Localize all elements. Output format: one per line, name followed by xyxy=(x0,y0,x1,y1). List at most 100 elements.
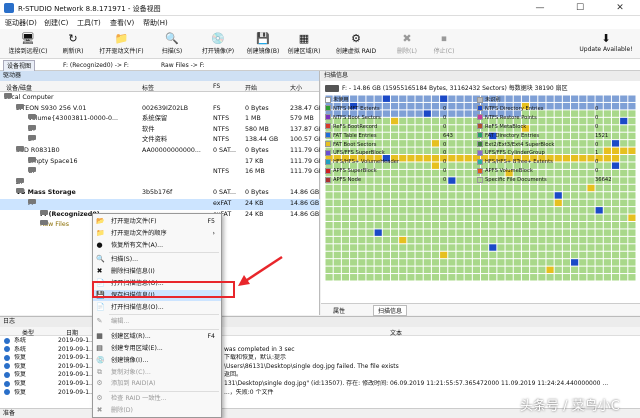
map-block xyxy=(325,192,333,199)
drive-row[interactable]: Empty Space16 17 KB 111.79 GB xyxy=(0,156,320,168)
map-block xyxy=(448,184,456,192)
drive-name-cell: LITEON S930 256 V.01 xyxy=(16,103,138,115)
map-block xyxy=(562,199,571,207)
drive-row[interactable]: C: NTFS 16 MB 111.79 GB xyxy=(0,167,320,178)
menu-view[interactable]: 查看(V) xyxy=(110,18,134,28)
col-date[interactable]: 日期 xyxy=(66,328,78,337)
toolbar-label: 创建镜像(B) xyxy=(246,48,280,55)
drive-row[interactable]: Volume{43003811-0000-0... 系统保留 NTFS 1 MB 579… xyxy=(0,114,320,125)
toolbar-button-scan[interactable]: 🔍 扫描(S) xyxy=(152,31,192,57)
col-size[interactable]: 大小 xyxy=(290,83,302,92)
toolbar-button-open-image[interactable]: 💿 打开镜像(P) xyxy=(196,31,240,57)
map-block xyxy=(554,192,562,199)
toolbar-button-monitor[interactable]: 🖥 连接到远程(C) xyxy=(2,31,54,57)
col-label[interactable]: 标签 xyxy=(142,83,154,92)
map-block xyxy=(350,251,358,259)
map-block xyxy=(399,192,407,199)
context-menu-item[interactable]: ▤ 创建专用区域(E)... xyxy=(93,343,221,354)
drive-row[interactable]: Local Computer xyxy=(0,93,320,104)
drive-row[interactable]: E: 文件资料 NTFS 138.44 GB 100.57 GB xyxy=(0,135,320,146)
context-menu-item[interactable]: ⧉ 复制对象(C)... xyxy=(93,367,221,378)
toolbar-button-raid[interactable]: ⚙ 创建虚拟 RAID xyxy=(326,31,386,57)
toolbar-button-create-image[interactable]: 💾 创建镜像(B) xyxy=(244,31,282,57)
menu-item-label: 扫描(S)... xyxy=(111,256,139,264)
col-fs[interactable]: FS xyxy=(213,83,220,90)
context-menu-item[interactable]: 💿 创建镜像(I)... xyxy=(93,355,221,366)
map-block xyxy=(448,199,456,207)
map-block xyxy=(489,221,497,229)
drive-row[interactable]: VS Mass Storage 3b5b176f 0 SAT... 0 Bytes 14… xyxy=(0,188,320,199)
map-block xyxy=(603,266,611,274)
map-block xyxy=(489,244,497,251)
context-menu-item[interactable]: 🔍 扫描(S)... xyxy=(93,254,221,265)
map-block xyxy=(456,259,464,266)
map-block xyxy=(366,214,374,221)
map-block xyxy=(472,236,480,244)
minimize-button[interactable]: — xyxy=(520,0,560,16)
map-block xyxy=(620,274,628,281)
log-info-icon xyxy=(4,354,10,363)
toolbar-button-delete[interactable]: ✖ 删除(L) xyxy=(390,31,424,57)
menu-tools[interactable]: 工具(T) xyxy=(77,18,101,28)
map-block xyxy=(546,214,554,221)
drive-row[interactable]: SSD R0831B0 AA00000000000... 0 SAT... 0 Byt… xyxy=(0,146,320,157)
add-raid-icon: ⚙ xyxy=(96,379,103,388)
menu-item-label: 打开驱动文件的顺序 xyxy=(111,229,167,237)
legend-label: HFS/HFS+ VolumeHeader xyxy=(333,159,400,166)
map-block xyxy=(603,192,611,199)
drive-row[interactable]: D: 软件 NTFS 580 MB 137.87 GB xyxy=(0,124,320,136)
tab-device-view[interactable]: 设备视图 xyxy=(3,60,36,71)
drive-name: Volume{43003811-0000-0... xyxy=(28,115,119,123)
map-block xyxy=(456,274,464,281)
drive-start: 16 MB xyxy=(245,168,265,176)
col-start[interactable]: 开始 xyxy=(245,83,257,92)
map-block xyxy=(620,221,628,229)
legend-item: UFS/FFS SuperBlock 0 xyxy=(325,149,475,158)
tab-recognized[interactable]: F: (Recognized0) -> F: xyxy=(60,60,132,71)
legend-swatch xyxy=(477,176,483,183)
map-block xyxy=(341,266,350,274)
context-menu-item[interactable]: 📄 打开扫描信息(O)... xyxy=(93,302,221,313)
map-block xyxy=(431,184,440,192)
folder-icon: 📁 xyxy=(114,32,129,45)
map-block xyxy=(505,221,513,229)
drive-row[interactable]: Z: xyxy=(0,177,320,189)
context-menu-item[interactable]: ✖ 删除(D) xyxy=(93,405,221,416)
toolbar-button-refresh[interactable]: ↻ 刷新(R) xyxy=(55,31,91,57)
tab-properties[interactable]: 属性 xyxy=(333,306,345,315)
toolbar-button-region[interactable]: ▦ 创建区域(R) xyxy=(285,31,323,57)
map-block xyxy=(390,199,399,207)
log-text: 131\Desktop\single dog.jpg" (id:13507). … xyxy=(224,380,609,387)
map-block xyxy=(382,244,390,251)
context-menu-item[interactable]: ● 恢复所有文件(A)... xyxy=(93,240,221,251)
map-block xyxy=(341,259,350,266)
drive-row[interactable]: LITEON S930 256 V.01 002639IZ02LB FS 0 Byte… xyxy=(0,103,320,115)
menu-create[interactable]: 创建(C) xyxy=(44,18,68,28)
context-menu-item[interactable]: 📂 打开驱动文件(F) F5 xyxy=(93,216,221,227)
context-menu-item[interactable]: ▦ 创建区域(R)... F4 xyxy=(93,331,221,342)
col-text[interactable]: 文本 xyxy=(390,328,402,337)
map-block xyxy=(628,214,636,221)
menu-drives[interactable]: 驱动器(D) xyxy=(5,18,37,28)
context-menu-item[interactable]: ⚙ 检查 RAID 一致性... xyxy=(93,393,221,404)
folder-order-icon: 📁 xyxy=(96,228,105,237)
col-device[interactable]: 设备/磁盘 xyxy=(6,83,32,92)
toolbar-button-stop[interactable]: ⏹ 停止(C) xyxy=(427,31,461,57)
context-menu-item[interactable]: ✖ 删除扫描信息(I) xyxy=(93,266,221,277)
close-button[interactable]: ✕ xyxy=(600,0,640,16)
context-menu-item[interactable]: ✎ 编辑... xyxy=(93,316,221,327)
toolbar-button-update[interactable]: ⬇ Update Available! xyxy=(576,31,636,57)
tab-scan-info[interactable]: 扫描信息 xyxy=(373,305,408,316)
maximize-button[interactable]: ☐ xyxy=(560,0,600,16)
map-block xyxy=(595,266,603,274)
toolbar-button-folder[interactable]: 📁 打开驱动文件(F) xyxy=(94,31,149,57)
context-menu-item[interactable]: 📁 打开驱动文件的顺序 › xyxy=(93,228,221,239)
region-icon: ▦ xyxy=(298,32,310,45)
context-menu-item[interactable]: ⚙ 添加到 RAID(A) xyxy=(93,378,221,389)
drive-row[interactable]: F: exFAT 24 KB 14.86 GB xyxy=(0,199,320,210)
col-type[interactable]: 类型 xyxy=(22,328,34,337)
drive-fs: 0 SAT... xyxy=(213,189,237,197)
menu-help[interactable]: 帮助(H) xyxy=(143,18,168,28)
map-block xyxy=(431,207,440,214)
tab-raw-files[interactable]: Raw Files -> F: xyxy=(158,60,208,71)
